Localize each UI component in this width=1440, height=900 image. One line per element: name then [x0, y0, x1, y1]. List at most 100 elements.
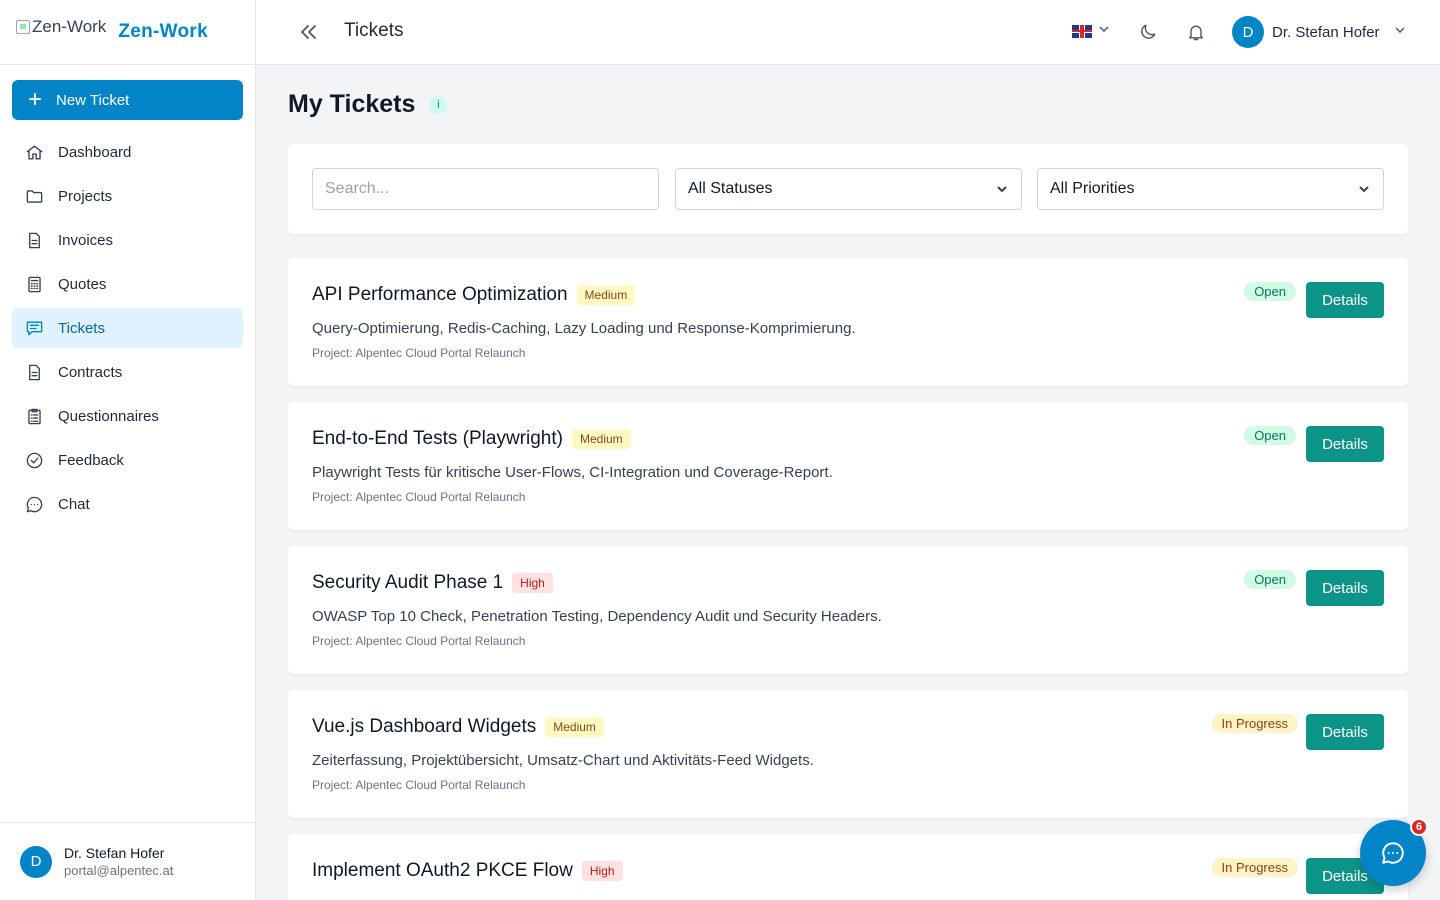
sidebar: Zen-Work Zen-Work + New Ticket Dashboard… [0, 0, 256, 900]
chat-bubble-icon [1382, 842, 1404, 864]
status-badge: Open [1244, 570, 1296, 589]
chevron-down-icon [1394, 23, 1406, 41]
sidebar-item-contracts[interactable]: Contracts [12, 352, 243, 392]
ticket-project: Project: Alpentec Cloud Portal Relaunch [312, 634, 526, 648]
sidebar-item-label: Dashboard [58, 143, 132, 161]
search-input[interactable] [312, 168, 659, 210]
sidebar-nav: Dashboard Projects Invoices Quotes Ticke… [12, 132, 243, 528]
sidebar-item-label: Chat [58, 495, 90, 513]
unread-count-badge: 6 [1410, 818, 1428, 836]
ticket-title: Vue.js Dashboard Widgets [312, 716, 537, 737]
status-badge: Open [1244, 282, 1296, 301]
calculator-icon [24, 274, 44, 294]
sidebar-item-chat[interactable]: Chat [12, 484, 243, 524]
moon-icon [1141, 24, 1156, 39]
priority-badge: Medium [571, 429, 631, 449]
notifications-button[interactable] [1186, 22, 1206, 42]
details-button[interactable]: Details [1306, 714, 1384, 750]
sidebar-item-label: Projects [58, 187, 113, 205]
details-button[interactable]: Details [1306, 426, 1384, 462]
details-button[interactable]: Details [1306, 570, 1384, 606]
clipboard-list-icon [24, 406, 44, 426]
status-badge: In Progress [1211, 858, 1298, 877]
info-icon[interactable]: i [429, 95, 448, 114]
ticket-card: Security Audit Phase 1 High OWASP Top 10… [288, 546, 1408, 674]
priority-filter-value: All Priorities [1050, 180, 1135, 197]
brand-name[interactable]: Zen-Work [118, 21, 208, 43]
sidebar-item-quotes[interactable]: Quotes [12, 264, 243, 304]
ticket-project: Project: Alpentec Cloud Portal Relaunch [312, 346, 526, 360]
chevrons-left-icon [301, 25, 316, 39]
priority-badge: High [581, 861, 623, 881]
broken-image-icon [16, 20, 30, 34]
sidebar-user[interactable]: D Dr. Stefan Hofer portal@alpentec.at [0, 822, 255, 900]
filters-card: All Statuses All Priorities [288, 144, 1408, 234]
brand-logo[interactable]: Zen-Work [16, 17, 106, 37]
sidebar-item-label: Questionnaires [58, 407, 159, 425]
avatar: D [20, 845, 52, 878]
sidebar-item-invoices[interactable]: Invoices [12, 220, 243, 260]
details-button[interactable]: Details [1306, 282, 1384, 318]
ticket-card: End-to-End Tests (Playwright) Medium Pla… [288, 402, 1408, 530]
sidebar-item-label: Invoices [58, 231, 114, 249]
sidebar-item-feedback[interactable]: Feedback [12, 440, 243, 480]
bell-icon [1189, 25, 1203, 41]
dark-mode-toggle[interactable] [1138, 22, 1158, 42]
ticket-card: Vue.js Dashboard Widgets Medium Zeiterfa… [288, 690, 1408, 818]
sidebar-item-projects[interactable]: Projects [12, 176, 243, 216]
ticket-card: API Performance Optimization Medium Quer… [288, 258, 1408, 386]
ticket-project: Project: Alpentec Cloud Portal Relaunch [312, 778, 526, 792]
avatar: D [1232, 16, 1264, 48]
sidebar-item-dashboard[interactable]: Dashboard [12, 132, 243, 172]
priority-badge: High [512, 573, 553, 593]
home-icon [24, 142, 44, 162]
ticket-description: Zeiterfassung, Projektübersicht, Umsatz-… [312, 752, 814, 769]
ticket-description: OWASP Top 10 Check, Penetration Testing,… [312, 608, 882, 625]
new-ticket-button[interactable]: + New Ticket [12, 80, 243, 120]
user-menu[interactable]: D Dr. Stefan Hofer [1232, 16, 1406, 48]
collapse-sidebar-button[interactable] [296, 20, 320, 44]
status-filter-select[interactable]: All Statuses [675, 168, 1022, 210]
check-circle-icon [24, 450, 44, 470]
header-title: Tickets [344, 20, 404, 41]
user-name: Dr. Stefan Hofer [64, 845, 165, 861]
status-filter-value: All Statuses [688, 180, 773, 197]
ticket-title: Implement OAuth2 PKCE Flow [312, 860, 573, 881]
chevron-down-icon [1359, 186, 1369, 193]
ticket-project: Project: Alpentec Cloud Portal Relaunch [312, 490, 526, 504]
ticket-title: End-to-End Tests (Playwright) [312, 428, 563, 449]
ticket-card: Implement OAuth2 PKCE Flow High In Progr… [288, 834, 1408, 900]
plus-icon: + [27, 86, 42, 113]
ticket-chat-icon [24, 318, 44, 338]
sidebar-user-info: Dr. Stefan Hofer portal@alpentec.at [64, 845, 173, 878]
page-title-text: My Tickets [288, 90, 416, 118]
ticket-description: Playwright Tests für kritische User-Flow… [312, 464, 833, 481]
status-badge: In Progress [1211, 714, 1298, 733]
sidebar-item-label: Contracts [58, 363, 123, 381]
uk-flag-icon [1072, 24, 1092, 38]
header-user-name: Dr. Stefan Hofer [1272, 23, 1380, 41]
sidebar-item-label: Quotes [58, 275, 107, 293]
priority-badge: Medium [576, 285, 636, 305]
chevron-down-icon [1098, 22, 1110, 40]
user-email: portal@alpentec.at [64, 863, 174, 878]
priority-filter-select[interactable]: All Priorities [1037, 168, 1384, 210]
document-icon [24, 362, 44, 382]
sidebar-item-tickets[interactable]: Tickets [12, 308, 243, 348]
priority-badge: Medium [545, 717, 604, 737]
sidebar-item-questionnaires[interactable]: Questionnaires [12, 396, 243, 436]
new-ticket-label: New Ticket [56, 91, 130, 109]
document-icon [24, 230, 44, 250]
ticket-title: API Performance Optimization [312, 284, 568, 305]
ticket-description: Query-Optimierung, Redis-Caching, Lazy L… [312, 320, 856, 337]
language-switcher[interactable] [1072, 22, 1110, 40]
status-badge: Open [1244, 426, 1296, 445]
chevron-down-icon [997, 186, 1007, 193]
sidebar-item-label: Tickets [58, 319, 105, 337]
sidebar-item-label: Feedback [58, 451, 124, 469]
folder-icon [24, 186, 44, 206]
ticket-title: Security Audit Phase 1 [312, 572, 504, 593]
top-header: Tickets D Dr. Stefan Hofer [256, 0, 1440, 65]
brand-logo-alt: Zen-Work [32, 17, 107, 36]
chat-bubble-icon [24, 494, 44, 514]
